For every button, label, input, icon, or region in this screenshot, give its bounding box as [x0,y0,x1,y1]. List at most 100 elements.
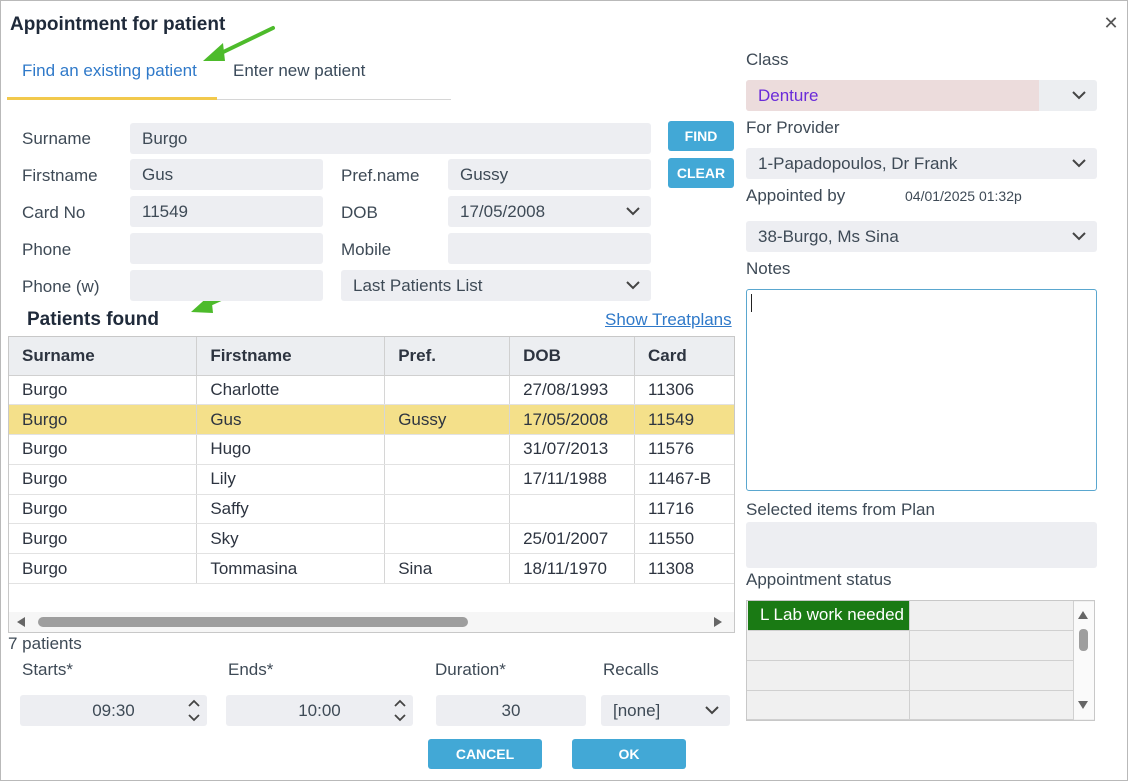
cell-firstname: Hugo [196,434,386,465]
cell-surname: Burgo [9,553,198,585]
status-option[interactable] [747,631,910,661]
firstname-input[interactable]: Gus [130,159,323,190]
selected-items-label: Selected items from Plan [746,500,935,519]
status-option[interactable] [910,631,1074,661]
dob-value: 17/05/2008 [460,202,546,221]
prefname-label: Pref.name [341,166,420,185]
column-header-card[interactable]: Card [634,337,734,376]
cell-surname: Burgo [9,404,198,436]
chevron-down-icon[interactable] [1071,80,1087,111]
status-option[interactable] [910,661,1074,691]
table-row[interactable]: Burgo Hugo 31/07/2013 11576 [9,434,734,465]
find-button[interactable]: FIND [668,121,734,151]
chevron-down-icon[interactable] [625,196,641,227]
cell-firstname: Saffy [196,494,386,525]
appointed-by-value: 38-Burgo, Ms Sina [758,227,899,246]
scroll-left-icon[interactable] [16,616,26,628]
ok-button[interactable]: OK [572,739,686,769]
appointment-dialog: Appointment for patient ✕ Find an existi… [0,0,1128,781]
phone-work-input[interactable] [130,270,323,301]
column-header-pref[interactable]: Pref. [384,337,511,376]
show-treatplans-link[interactable]: Show Treatplans [605,310,732,330]
appointed-by-select[interactable]: 38-Burgo, Ms Sina [746,221,1097,252]
status-option[interactable] [910,691,1074,720]
chevron-down-icon[interactable] [1071,221,1087,252]
ends-value: 10:00 [298,701,341,720]
spinner-arrows-icon[interactable] [393,697,407,724]
cell-pref [384,434,511,465]
cell-firstname: Lily [196,464,386,495]
cell-pref [384,375,511,406]
cell-firstname: Charlotte [196,375,386,406]
dob-date-field[interactable]: 17/05/2008 [448,196,651,227]
cell-pref [384,464,511,495]
patients-count: 7 patients [8,634,82,653]
scrollbar-thumb[interactable] [38,617,468,627]
cardno-input[interactable]: 11549 [130,196,323,227]
close-icon[interactable]: ✕ [1101,13,1121,33]
provider-value: 1-Papadopoulos, Dr Frank [758,154,958,173]
scroll-up-icon[interactable] [1077,610,1089,620]
scroll-down-icon[interactable] [1077,700,1089,710]
duration-input[interactable]: 30 [436,695,586,726]
phone-work-label: Phone (w) [22,277,100,296]
cell-dob: 18/11/1970 [509,553,636,585]
table-row[interactable]: Burgo Saffy 11716 [9,494,734,525]
for-provider-label: For Provider [746,118,840,137]
appointment-status-grid[interactable]: L Lab work needed [746,600,1095,721]
spinner-arrows-icon[interactable] [187,697,201,724]
surname-label: Surname [22,129,91,148]
appointment-status-label: Appointment status [746,570,892,589]
status-option[interactable] [747,661,910,691]
cell-dob: 17/05/2008 [509,404,636,436]
surname-input[interactable]: Burgo [130,123,651,154]
cell-surname: Burgo [9,434,198,465]
ends-label: Ends* [228,660,274,679]
cardno-label: Card No [22,203,86,222]
chevron-down-icon[interactable] [704,695,720,726]
notes-textarea[interactable] [746,289,1097,491]
table-row[interactable]: Burgo Charlotte 27/08/1993 11306 [9,375,734,406]
chevron-down-icon[interactable] [625,270,641,301]
firstname-label: Firstname [22,166,98,185]
patient-list-select[interactable]: Last Patients List [341,270,651,301]
column-header-dob[interactable]: DOB [509,337,636,376]
table-row-selected[interactable]: Burgo Gus Gussy 17/05/2008 11549 [9,404,734,436]
cell-dob [509,494,636,525]
mobile-label: Mobile [341,240,392,259]
dob-label: DOB [341,203,378,222]
column-header-surname[interactable]: Surname [9,337,198,376]
clear-button[interactable]: CLEAR [668,158,734,188]
status-option-lab-work[interactable]: L Lab work needed [748,601,910,631]
tab-find-existing-patient[interactable]: Find an existing patient [22,60,197,90]
selected-items-field[interactable] [746,522,1097,568]
cell-dob: 31/07/2013 [509,434,636,465]
appointed-timestamp: 04/01/2025 01:32p [905,188,1022,204]
chevron-down-icon[interactable] [1071,148,1087,179]
cell-firstname: Tommasina [196,553,386,585]
table-row[interactable]: Burgo Tommasina Sina 18/11/1970 11308 [9,553,734,585]
scroll-right-icon[interactable] [713,616,723,628]
cancel-button[interactable]: CANCEL [428,739,542,769]
recalls-value: [none] [613,701,661,720]
patients-table: Surname Firstname Pref. DOB Card Burgo C… [8,336,735,633]
prefname-input[interactable]: Gussy [448,159,651,190]
cell-card: 11467-B [634,464,734,495]
phone-input[interactable] [130,233,323,264]
table-row[interactable]: Burgo Sky 25/01/2007 11550 [9,523,734,555]
patients-found-heading: Patients found [27,309,159,330]
column-header-firstname[interactable]: Firstname [196,337,386,376]
cell-dob: 17/11/1988 [509,464,636,495]
scrollbar-thumb[interactable] [1079,629,1088,651]
cell-pref [384,494,511,525]
class-select[interactable]: Denture [746,80,1097,111]
starts-time-input[interactable]: 09:30 [20,695,207,726]
provider-select[interactable]: 1-Papadopoulos, Dr Frank [746,148,1097,179]
ends-time-input[interactable]: 10:00 [226,695,413,726]
status-option[interactable] [910,601,1074,631]
recalls-select[interactable]: [none] [601,695,730,726]
table-row[interactable]: Burgo Lily 17/11/1988 11467-B [9,464,734,495]
cell-surname: Burgo [9,523,198,555]
mobile-input[interactable] [448,233,651,264]
status-option[interactable] [747,691,910,720]
